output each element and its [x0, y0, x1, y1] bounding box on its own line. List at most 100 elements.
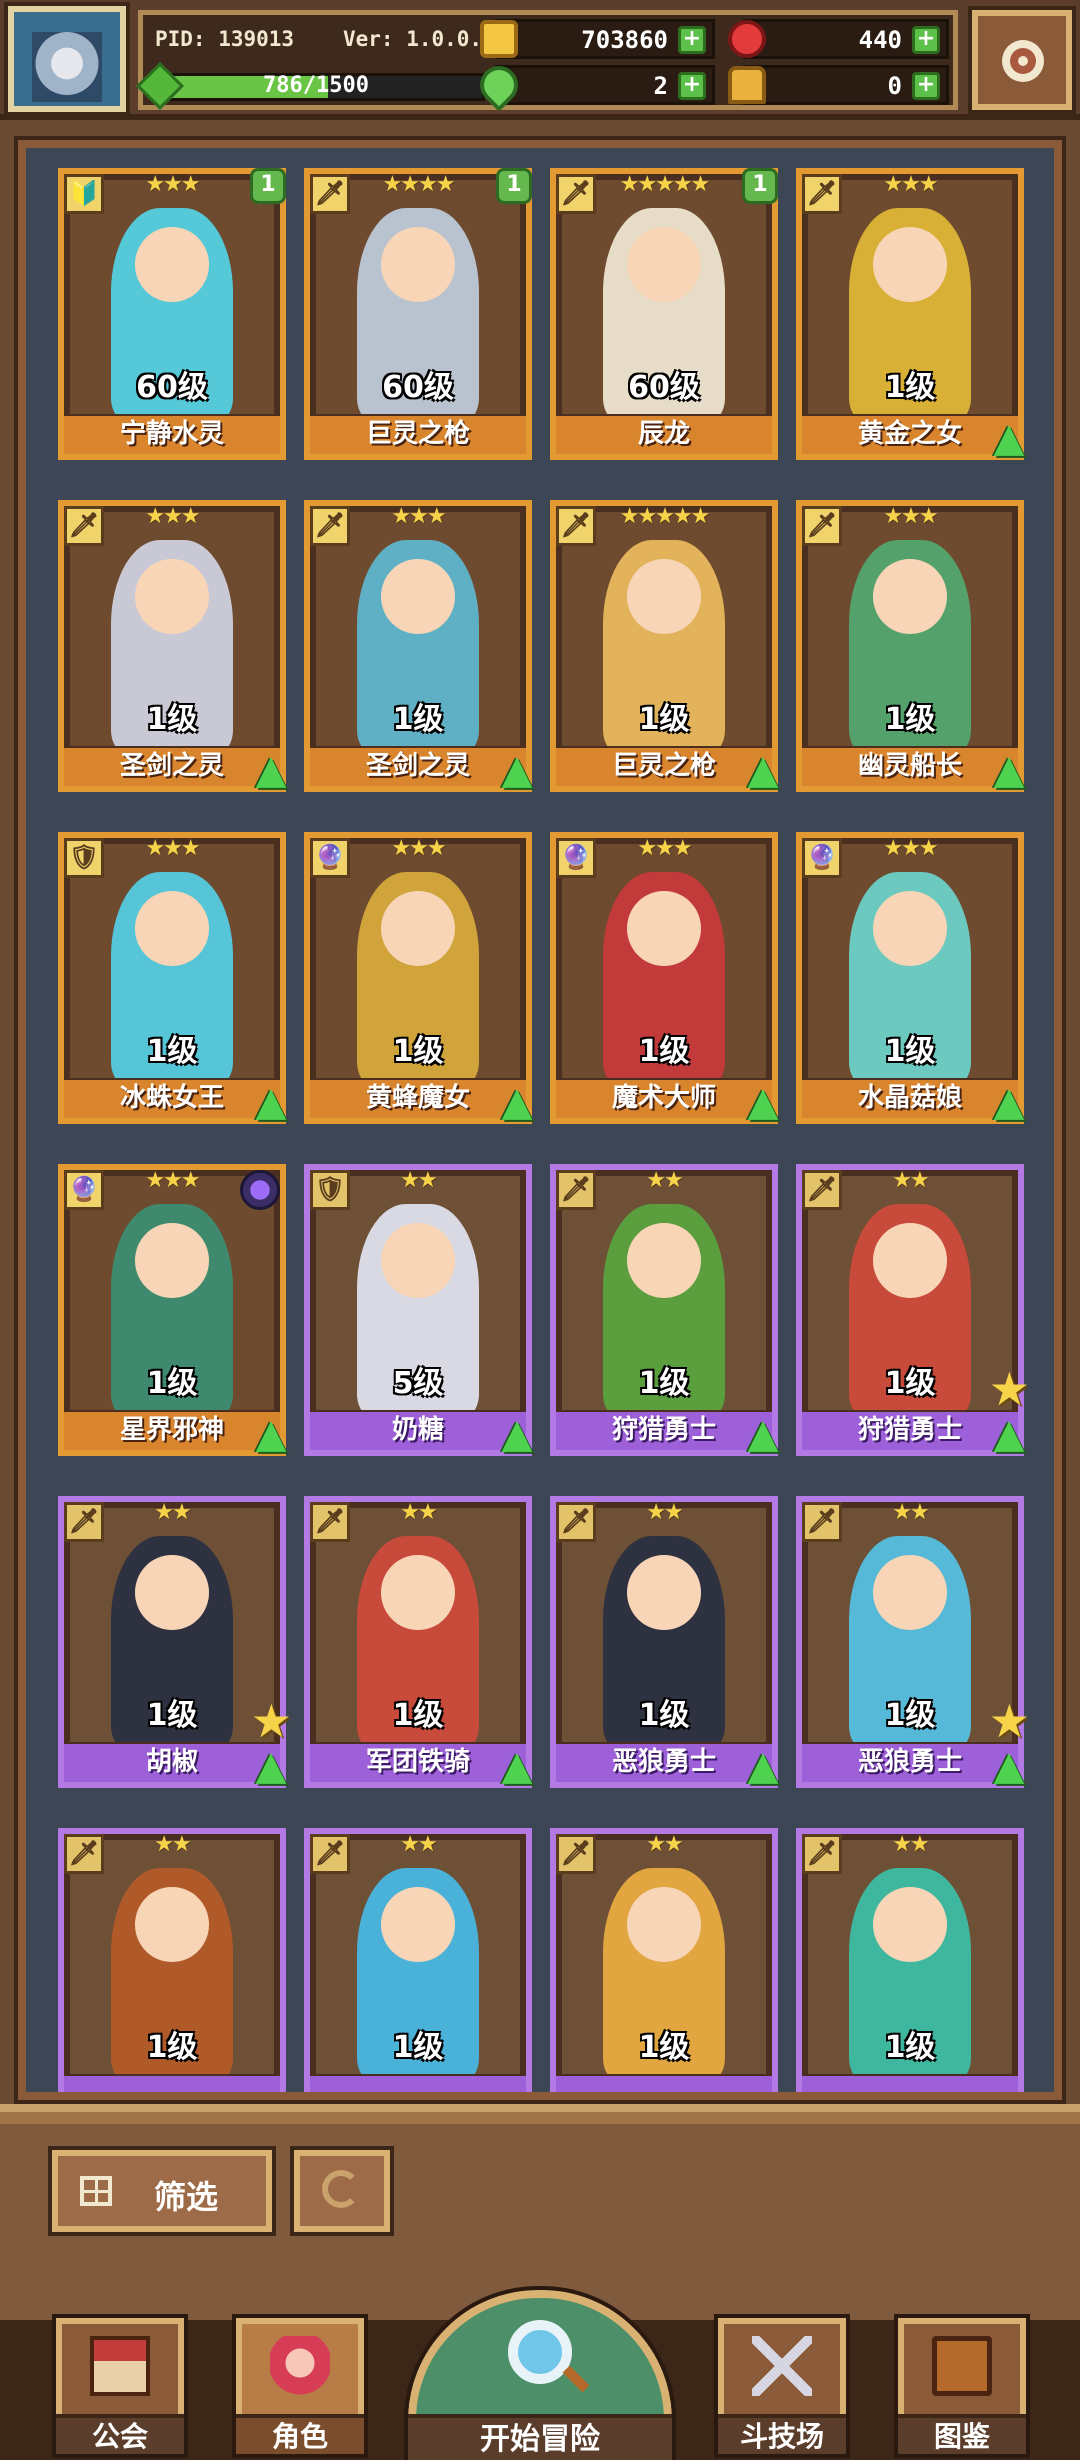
character-face-icon: [135, 226, 209, 302]
character-card[interactable]: 🗡 ★★★ 1级 圣剑之灵 ▲: [58, 500, 286, 792]
star-rating: ★★★★★: [619, 504, 711, 529]
character-level: 60级: [382, 370, 454, 405]
character-level: 1级: [884, 370, 936, 405]
character-card[interactable]: 🗡 ★★★ 1级 幽灵船长 ▲: [796, 500, 1024, 792]
star-rating: ★★: [892, 1832, 929, 1857]
magnifier-icon: [508, 2320, 572, 2384]
character-card[interactable]: 🛡 ★★ 5级 奶糖 ▲: [304, 1164, 532, 1456]
character-level: 1级: [884, 2030, 936, 2065]
filter-label: 筛选: [154, 2178, 219, 2216]
guild-house-icon: [90, 2336, 150, 2396]
character-name: 辰龙: [556, 416, 772, 454]
gear-icon: [1002, 40, 1044, 82]
character-card[interactable]: 🔮 ★★★ 1级 魔术大师 ▲: [550, 832, 778, 1124]
add-gems-button[interactable]: +: [912, 26, 940, 54]
keys-counter: 0 +: [728, 65, 949, 105]
character-level: 5级: [392, 1366, 444, 1401]
filter-button[interactable]: 筛选: [48, 2146, 276, 2236]
character-face-icon: [135, 1554, 209, 1630]
character-face-icon: [381, 226, 455, 302]
character-card[interactable]: 🗡 ★★ 1级 狩猎勇士 ★ ▲: [796, 1164, 1030, 1456]
character-card[interactable]: 🗡 ★★★ 1级 圣剑之灵 ▲: [304, 500, 532, 792]
star-rating: ★★: [400, 1168, 437, 1193]
grid-filter-icon: [80, 2176, 112, 2206]
star-rating: ★★★: [145, 504, 200, 529]
nav-codex[interactable]: 图鉴: [894, 2314, 1030, 2458]
nav-guild[interactable]: 公会: [52, 2314, 188, 2458]
upgrade-arrow-icon: ▲: [747, 1411, 779, 1457]
star-rating: ★★: [892, 1500, 929, 1525]
xp-text: 786/1500: [263, 73, 369, 98]
nav-role[interactable]: 角色: [232, 2314, 368, 2458]
character-card[interactable]: 🗡 ★★ 1级 胡椒 ★ ▲: [58, 1496, 292, 1788]
character-card[interactable]: 🗡 ★★ 1级 恶狼勇士 ★ ▲: [796, 1496, 1030, 1788]
character-face-icon: [873, 1554, 947, 1630]
character-card[interactable]: 🔰 ★★★ 1 60级 宁静水灵: [58, 168, 286, 460]
character-name: [802, 2076, 1018, 2092]
character-face-icon: [381, 890, 455, 966]
settings-button[interactable]: [968, 6, 1076, 114]
character-card[interactable]: 🗡 ★★★★★ 1级 巨灵之枪 ▲: [550, 500, 778, 792]
star-rating: ★★: [154, 1500, 191, 1525]
character-card[interactable]: 🗡 ★★ 1级: [550, 1828, 778, 2092]
player-avatar[interactable]: [4, 2, 130, 116]
star-rating: ★★★: [145, 836, 200, 861]
player-stats-panel: PID: 139013 Ver: 1.0.0.0 786/1500 703860…: [135, 10, 958, 112]
upgrade-arrow-icon: ▲: [993, 1411, 1025, 1457]
character-collection[interactable]: 🔰 ★★★ 1 60级 宁静水灵 🗡 ★★★★ 1 60级 巨灵之枪 🗡 ★★★★★ 1 60级 辰龙 🗡 ★★…: [14, 136, 1066, 2104]
character-card[interactable]: 🗡 ★★ 1级: [796, 1828, 1024, 2092]
character-card[interactable]: 🗡 ★★ 1级 军团铁骑 ▲: [304, 1496, 532, 1788]
clovers-counter: 2 +: [472, 58, 715, 112]
gem-icon: [728, 20, 766, 58]
character-name: [556, 2076, 772, 2092]
character-level: 1级: [392, 702, 444, 737]
character-level: 1级: [146, 1698, 198, 1733]
character-grid: 🔰 ★★★ 1 60级 宁静水灵 🗡 ★★★★ 1 60级 巨灵之枪 🗡 ★★★★★ 1 60级 辰龙 🗡 ★★…: [58, 168, 1030, 2092]
duplicate-count-badge: 1: [250, 168, 286, 204]
favorite-star-icon: ★: [988, 1362, 1030, 1416]
character-card[interactable]: 🗡 ★★★★ 1 60级 巨灵之枪: [304, 168, 532, 460]
character-card[interactable]: 🗡 ★★ 1级 恶狼勇士 ▲: [550, 1496, 778, 1788]
character-card[interactable]: 🗡 ★★★★★ 1 60级 辰龙: [550, 168, 778, 460]
character-card[interactable]: 🗡 ★★ 1级: [58, 1828, 286, 2092]
upgrade-arrow-icon: ▲: [255, 1079, 287, 1125]
star-rating: ★★: [646, 1168, 683, 1193]
star-rating: ★★: [400, 1832, 437, 1857]
character-card[interactable]: 🗡 ★★ 1级 狩猎勇士 ▲: [550, 1164, 778, 1456]
character-name: [310, 2076, 526, 2092]
character-card[interactable]: 🔮 ★★★ 1级 黄蜂魔女 ▲: [304, 832, 532, 1124]
add-keys-button[interactable]: +: [912, 72, 940, 100]
bottom-toolbar: 筛选: [0, 2104, 1080, 2320]
add-clovers-button[interactable]: +: [678, 72, 706, 100]
character-card[interactable]: 🗡 ★★★ 1级 黄金之女 ▲: [796, 168, 1024, 460]
character-card[interactable]: 🔮 ★★★ 1级 星界邪神 ▲: [58, 1164, 286, 1456]
nav-arena[interactable]: 斗技场: [714, 2314, 850, 2458]
upgrade-arrow-icon: ▲: [501, 747, 533, 793]
star-rating: ★★: [646, 1500, 683, 1525]
character-face-icon: [135, 558, 209, 634]
star-rating: ★★★: [145, 172, 200, 197]
upgrade-arrow-icon: ▲: [747, 747, 779, 793]
refresh-button[interactable]: [290, 2146, 394, 2236]
top-bar: PID: 139013 Ver: 1.0.0.0 786/1500 703860…: [0, 0, 1080, 120]
character-face-icon: [627, 1554, 701, 1630]
upgrade-arrow-icon: ▲: [993, 1743, 1025, 1789]
character-level: 1级: [638, 702, 690, 737]
character-level: 1级: [884, 1366, 936, 1401]
character-name: [64, 2076, 280, 2092]
character-face-icon: [627, 1222, 701, 1298]
add-coins-button[interactable]: +: [678, 26, 706, 54]
crossed-swords-icon: [752, 2336, 812, 2396]
upgrade-arrow-icon: ▲: [255, 747, 287, 793]
start-adventure-label: 开始冒险: [408, 2414, 672, 2460]
character-card[interactable]: 🛡 ★★★ 1级 冰蛛女王 ▲: [58, 832, 286, 1124]
character-level: 1级: [146, 1034, 198, 1069]
character-card[interactable]: 🗡 ★★ 1级: [304, 1828, 532, 2092]
character-head-icon: [270, 2336, 330, 2396]
coins-counter: 703860 +: [480, 19, 715, 59]
character-face-icon: [135, 890, 209, 966]
character-card[interactable]: 🔮 ★★★ 1级 水晶菇娘 ▲: [796, 832, 1024, 1124]
star-rating: ★★: [400, 1500, 437, 1525]
character-name: 巨灵之枪: [310, 416, 526, 454]
character-level: 1级: [638, 1366, 690, 1401]
